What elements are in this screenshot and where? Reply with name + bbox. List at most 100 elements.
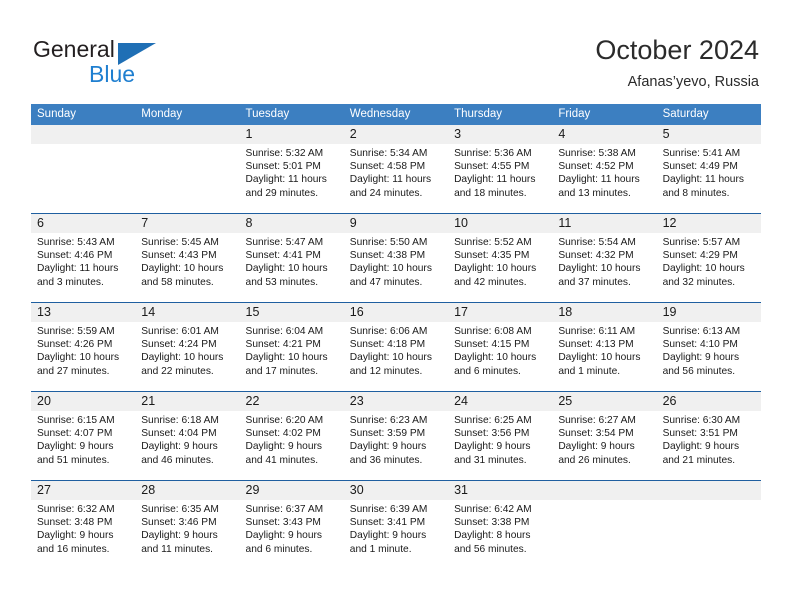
sunrise-text: Sunrise: 6:04 AM <box>245 326 324 337</box>
day-number: 29 <box>245 483 260 497</box>
day-cell[interactable]: Sunrise: 6:30 AM Sunset: 3:51 PM Dayligh… <box>657 411 761 480</box>
sunset-text: Sunset: 3:41 PM <box>349 517 426 529</box>
day-cell[interactable]: Sunrise: 6:37 AM Sunset: 3:43 PM Dayligh… <box>240 500 344 569</box>
sunrise-text: Sunrise: 6:18 AM <box>141 415 219 426</box>
sunrise-text: Sunrise: 6:30 AM <box>662 415 741 426</box>
daylight-text-line2: and 56 minutes. <box>454 543 527 555</box>
sunrise-text: Sunrise: 6:08 AM <box>454 326 532 337</box>
day-cell[interactable]: Sunrise: 5:57 AM Sunset: 4:29 PM Dayligh… <box>657 233 761 302</box>
daylight-text-line2: and 53 minutes. <box>245 276 319 288</box>
day-cell[interactable]: Sunrise: 5:41 AM Sunset: 4:49 PM Dayligh… <box>657 144 761 213</box>
day-number: 4 <box>558 127 566 141</box>
daylight-text-line1: Daylight: 9 hours <box>37 530 114 542</box>
daylight-text-line1: Daylight: 10 hours <box>349 263 432 275</box>
daylight-text-line2: and 6 minutes. <box>245 543 313 555</box>
daylight-text-line2: and 42 minutes. <box>454 276 527 288</box>
daylight-text-line1: Daylight: 10 hours <box>245 263 328 275</box>
day-number: 22 <box>245 394 260 408</box>
sunset-text: Sunset: 4:35 PM <box>454 250 530 262</box>
sunrise-text: Sunrise: 5:36 AM <box>454 148 532 159</box>
day-number: 31 <box>454 483 468 497</box>
daylight-text-line1: Daylight: 9 hours <box>662 441 740 453</box>
day-number: 7 <box>141 216 149 230</box>
day-cell[interactable]: Sunrise: 6:06 AM Sunset: 4:18 PM Dayligh… <box>344 322 448 391</box>
sunrise-text: Sunrise: 6:42 AM <box>454 504 532 515</box>
daylight-text-line2: and 51 minutes. <box>37 454 110 466</box>
sunset-text: Sunset: 3:51 PM <box>662 428 738 440</box>
sunset-text: Sunset: 4:26 PM <box>37 339 113 351</box>
day-number: 2 <box>349 127 357 141</box>
day-cell[interactable]: Sunrise: 6:20 AM Sunset: 4:02 PM Dayligh… <box>240 411 344 480</box>
day-cell[interactable]: Sunrise: 5:47 AM Sunset: 4:41 PM Dayligh… <box>240 233 344 302</box>
day-cell[interactable]: Sunrise: 6:23 AM Sunset: 3:59 PM Dayligh… <box>344 411 448 480</box>
sunset-text: Sunset: 4:46 PM <box>37 250 113 262</box>
day-cell[interactable]: Sunrise: 5:52 AM Sunset: 4:35 PM Dayligh… <box>448 233 552 302</box>
day-cell[interactable]: Sunrise: 5:43 AM Sunset: 4:46 PM Dayligh… <box>31 233 135 302</box>
day-cell[interactable]: Sunrise: 6:18 AM Sunset: 4:04 PM Dayligh… <box>135 411 239 480</box>
sunset-text: Sunset: 4:21 PM <box>245 339 321 351</box>
sunrise-text: Sunrise: 6:20 AM <box>245 415 324 426</box>
sunrise-text: Sunrise: 5:38 AM <box>558 148 636 159</box>
weekday-header-wednesday: Wednesday <box>349 108 411 120</box>
sunrise-text: Sunrise: 6:11 AM <box>558 326 636 337</box>
day-number <box>135 125 239 144</box>
day-cell[interactable]: Sunrise: 6:42 AM Sunset: 3:38 PM Dayligh… <box>448 500 552 569</box>
daylight-text-line1: Daylight: 11 hours <box>37 263 119 275</box>
sunset-text: Sunset: 3:59 PM <box>349 428 426 440</box>
daylight-text-line2: and 21 minutes. <box>662 454 736 466</box>
general-blue-logo[interactable]: General Blue <box>33 36 233 92</box>
day-cell[interactable]: Sunrise: 5:34 AM Sunset: 4:58 PM Dayligh… <box>344 144 448 213</box>
day-cell[interactable]: Sunrise: 6:39 AM Sunset: 3:41 PM Dayligh… <box>344 500 448 569</box>
daylight-text-line1: Daylight: 10 hours <box>454 263 537 275</box>
day-number: 27 <box>37 483 51 497</box>
day-number <box>657 481 761 500</box>
week-detail-strip: Sunrise: 6:32 AM Sunset: 3:48 PM Dayligh… <box>31 500 761 569</box>
week-detail-strip: Sunrise: 5:43 AM Sunset: 4:46 PM Dayligh… <box>31 233 761 302</box>
day-cell[interactable]: Sunrise: 6:11 AM Sunset: 4:13 PM Dayligh… <box>552 322 656 391</box>
day-cell[interactable]: Sunrise: 6:35 AM Sunset: 3:46 PM Dayligh… <box>135 500 239 569</box>
day-cell[interactable]: Sunrise: 6:32 AM Sunset: 3:48 PM Dayligh… <box>31 500 135 569</box>
week-row: 20 21 22 23 24 25 26 Sunrise: 6:15 AM Su… <box>31 391 761 480</box>
day-cell[interactable]: Sunrise: 5:38 AM Sunset: 4:52 PM Dayligh… <box>552 144 656 213</box>
day-cell[interactable]: Sunrise: 5:59 AM Sunset: 4:26 PM Dayligh… <box>31 322 135 391</box>
week-detail-strip: Sunrise: 5:59 AM Sunset: 4:26 PM Dayligh… <box>31 322 761 391</box>
day-number: 24 <box>454 394 468 408</box>
weekday-header-thursday: Thursday <box>454 108 502 120</box>
sunrise-text: Sunrise: 6:13 AM <box>662 326 741 337</box>
daylight-text-line1: Daylight: 8 hours <box>454 530 531 542</box>
sunrise-text: Sunrise: 6:23 AM <box>349 415 428 426</box>
day-cell[interactable]: Sunrise: 6:08 AM Sunset: 4:15 PM Dayligh… <box>448 322 552 391</box>
sunset-text: Sunset: 3:43 PM <box>245 517 321 529</box>
day-cell[interactable]: Sunrise: 6:13 AM Sunset: 4:10 PM Dayligh… <box>657 322 761 391</box>
sunrise-text: Sunrise: 6:35 AM <box>141 504 219 515</box>
daylight-text-line2: and 26 minutes. <box>558 454 631 466</box>
day-cell[interactable]: Sunrise: 6:25 AM Sunset: 3:56 PM Dayligh… <box>448 411 552 480</box>
day-number: 23 <box>349 394 364 408</box>
day-cell[interactable]: Sunrise: 5:50 AM Sunset: 4:38 PM Dayligh… <box>344 233 448 302</box>
daylight-text-line2: and 24 minutes. <box>349 187 423 199</box>
sunrise-text: Sunrise: 5:59 AM <box>37 326 115 337</box>
calendar-grid: Sunday Monday Tuesday Wednesday Thursday… <box>31 104 761 569</box>
sunset-text: Sunset: 4:52 PM <box>558 161 634 173</box>
day-cell[interactable]: Sunrise: 5:54 AM Sunset: 4:32 PM Dayligh… <box>552 233 656 302</box>
day-cell[interactable]: Sunrise: 6:15 AM Sunset: 4:07 PM Dayligh… <box>31 411 135 480</box>
sunset-text: Sunset: 4:29 PM <box>662 250 738 262</box>
daylight-text-line1: Daylight: 9 hours <box>349 441 427 453</box>
daylight-text-line1: Daylight: 9 hours <box>245 441 322 453</box>
week-day-number-strip: 6 7 8 9 10 11 12 <box>31 214 761 233</box>
day-number <box>31 125 135 144</box>
day-cell[interactable]: Sunrise: 6:27 AM Sunset: 3:54 PM Dayligh… <box>552 411 656 480</box>
day-number: 13 <box>37 305 51 319</box>
day-cell[interactable]: Sunrise: 5:45 AM Sunset: 4:43 PM Dayligh… <box>135 233 239 302</box>
page-title: October 2024 <box>595 35 759 65</box>
sunrise-text: Sunrise: 5:43 AM <box>37 237 115 248</box>
day-number: 12 <box>662 216 677 230</box>
location-subtitle: Afanas’yevo, Russia <box>627 74 759 90</box>
sunrise-text: Sunrise: 5:52 AM <box>454 237 532 248</box>
day-cell[interactable]: Sunrise: 6:01 AM Sunset: 4:24 PM Dayligh… <box>135 322 239 391</box>
day-cell[interactable]: Sunrise: 5:32 AM Sunset: 5:01 PM Dayligh… <box>240 144 344 213</box>
day-cell[interactable]: Sunrise: 5:36 AM Sunset: 4:55 PM Dayligh… <box>448 144 552 213</box>
day-cell[interactable]: Sunrise: 6:04 AM Sunset: 4:21 PM Dayligh… <box>240 322 344 391</box>
sunset-text: Sunset: 4:07 PM <box>37 428 113 440</box>
day-number: 25 <box>558 394 573 408</box>
